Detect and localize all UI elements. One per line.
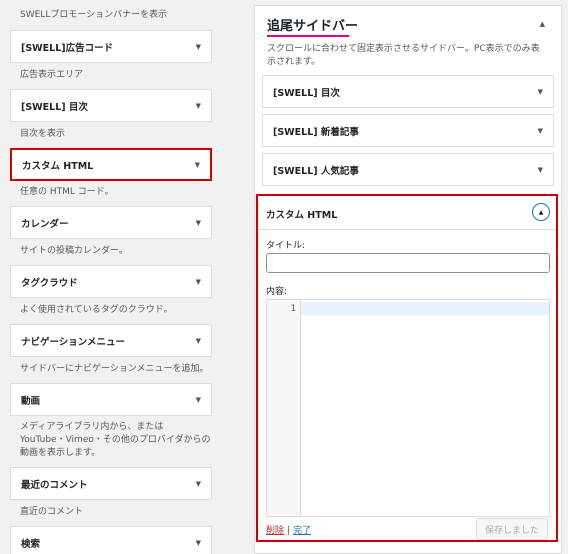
arrow-down-icon[interactable]: ▼: [538, 166, 543, 174]
arrow-down-icon[interactable]: ▼: [196, 480, 201, 488]
widget-description: SWELLプロモーションバナーを表示: [20, 10, 168, 20]
widget-title: [SWELL] 人気記事: [273, 165, 359, 177]
widget-description: 動画を表示します。: [20, 448, 101, 458]
html-code-editor[interactable]: 1: [266, 299, 550, 517]
widget-description: メディアライブラリ内から、または: [20, 422, 164, 432]
widget-title: カスタム HTML: [266, 210, 338, 221]
widget-title: ナビゲーションメニュー: [21, 336, 126, 348]
widget-title: タグクラウド: [21, 277, 78, 289]
arrow-down-icon[interactable]: ▼: [196, 539, 201, 547]
save-button[interactable]: 保存しました: [476, 518, 548, 540]
done-link[interactable]: 完了: [293, 526, 311, 536]
widget-description: 任意の HTML コード。: [20, 187, 114, 197]
arrow-up-icon[interactable]: ▲: [540, 20, 545, 28]
widget-title: 動画: [21, 395, 41, 407]
line-number-gutter: 1: [267, 300, 301, 516]
widget-custom-html[interactable]: カスタム HTML ▼: [10, 148, 212, 181]
sidebar-widget-swell-toc[interactable]: [SWELL] 目次 ▼: [262, 75, 554, 108]
collapse-toggle-button[interactable]: ▲: [532, 203, 550, 221]
sidebar-description: スクロールに合わせて固定表示させるサイドバー。PC表示でのみ表示されます。: [267, 44, 540, 67]
arrow-down-icon[interactable]: ▼: [196, 102, 201, 110]
widget-title: [SWELL]広告コード: [21, 42, 114, 54]
arrow-down-icon[interactable]: ▼: [196, 337, 201, 345]
widget-title: 最近のコメント: [21, 479, 88, 491]
sidebar-widget-swell-new-posts[interactable]: [SWELL] 新着記事 ▼: [262, 114, 554, 147]
sidebar-title[interactable]: 追尾サイドバー: [267, 15, 358, 34]
widget-title: [SWELL] 目次: [21, 101, 88, 113]
delete-link[interactable]: 削除: [266, 526, 284, 536]
widget-description: サイドバーにナビゲーションメニューを追加。: [20, 364, 209, 374]
widget-header[interactable]: カスタム HTML ▲: [258, 196, 556, 230]
active-line-highlight: [301, 302, 549, 315]
widget-description: 直近のコメント: [20, 507, 84, 517]
content-field-label: 内容:: [266, 287, 288, 297]
sidebar-widget-swell-popular-posts[interactable]: [SWELL] 人気記事 ▼: [262, 153, 554, 186]
title-input[interactable]: [266, 253, 550, 273]
arrow-down-icon[interactable]: ▼: [196, 219, 201, 227]
widget-title: [SWELL] 新着記事: [273, 126, 359, 138]
widget-description: よく使用されているタグのクラウド。: [20, 305, 173, 315]
widget-video[interactable]: 動画 ▼: [10, 383, 212, 416]
widget-navigation-menu[interactable]: ナビゲーションメニュー ▼: [10, 324, 212, 357]
widget-title: カレンダー: [21, 218, 69, 230]
widget-description: 目次を表示: [20, 129, 66, 139]
widget-description: サイトの投稿カレンダー。: [20, 246, 128, 256]
title-field-label: タイトル:: [266, 241, 306, 251]
arrow-down-icon[interactable]: ▼: [538, 127, 543, 135]
line-number: 1: [290, 304, 296, 314]
arrow-up-icon: ▲: [538, 208, 544, 216]
widget-search[interactable]: 検索 ▼: [10, 526, 212, 554]
arrow-down-icon[interactable]: ▼: [196, 396, 201, 404]
arrow-down-icon[interactable]: ▼: [196, 43, 201, 51]
link-separator: |: [287, 526, 291, 536]
arrow-down-icon[interactable]: ▼: [195, 161, 200, 169]
widget-title: カスタム HTML: [22, 160, 94, 172]
arrow-down-icon[interactable]: ▼: [538, 88, 543, 96]
widget-recent-comments[interactable]: 最近のコメント ▼: [10, 467, 212, 500]
available-widgets-panel: SWELLプロモーションバナーを表示 [SWELL]広告コード ▼ 広告表示エリ…: [0, 0, 224, 554]
fixed-sidebar-area: 追尾サイドバー ▲ スクロールに合わせて固定表示させるサイドバー。PC表示でのみ…: [254, 5, 562, 554]
widget-description: YouTube・Vimeo・その他のプロバイダからの: [20, 435, 211, 445]
widget-swell-ad-code[interactable]: [SWELL]広告コード ▼: [10, 30, 212, 63]
widget-title: 検索: [21, 538, 41, 550]
title-highlight-underline: [267, 35, 349, 37]
widget-description: 広告表示エリア: [20, 70, 84, 80]
widget-swell-toc[interactable]: [SWELL] 目次 ▼: [10, 89, 212, 122]
widget-calendar[interactable]: カレンダー ▼: [10, 206, 212, 239]
widget-title: [SWELL] 目次: [273, 87, 340, 99]
custom-html-widget-expanded: カスタム HTML ▲ タイトル: 内容: 1 削除 | 完了 保存しました: [256, 194, 558, 542]
widget-control-links: 削除 | 完了: [266, 523, 311, 536]
widget-tag-cloud[interactable]: タグクラウド ▼: [10, 265, 212, 298]
arrow-down-icon[interactable]: ▼: [196, 278, 201, 286]
